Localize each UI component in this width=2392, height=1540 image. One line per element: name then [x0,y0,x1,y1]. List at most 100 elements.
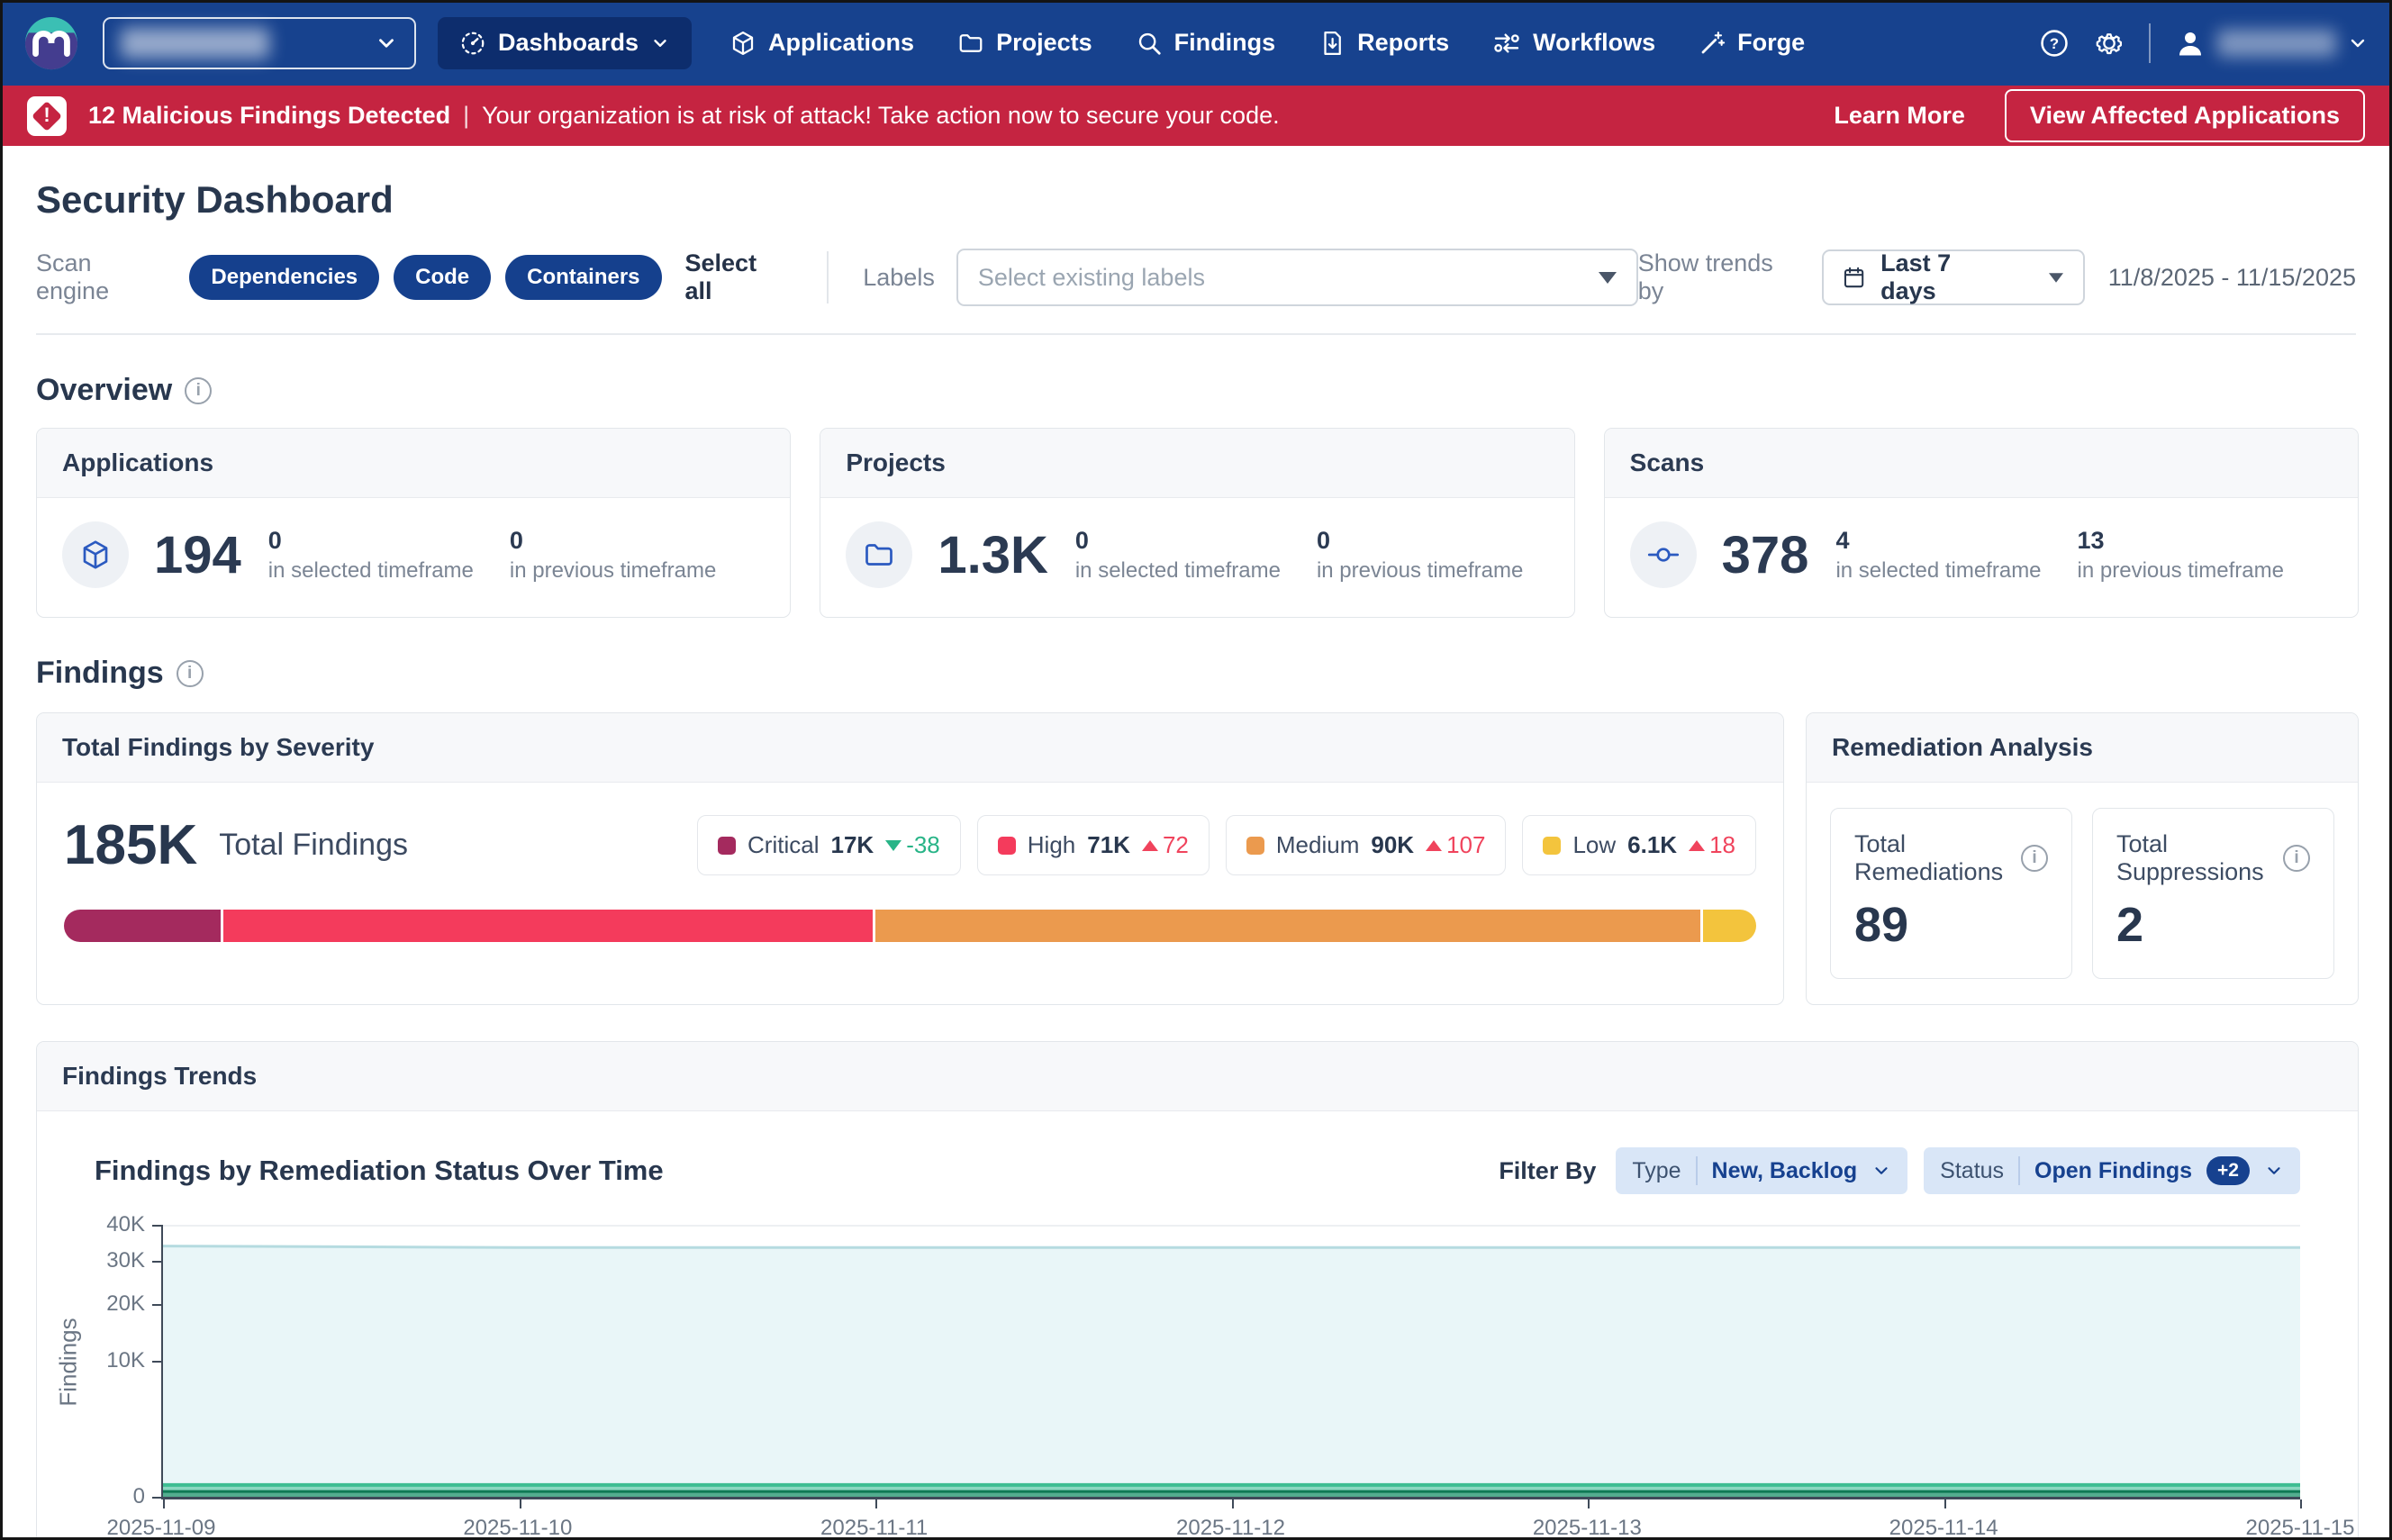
x-tick-label: 2025-11-09 [107,1516,216,1540]
previous-timeframe-label: in previous timeframe [510,558,716,584]
svg-text:?: ? [2050,35,2059,52]
nav-item-reports[interactable]: Reports [1297,17,1471,69]
workflows-icon [1492,29,1521,58]
trend-up-icon [1142,840,1158,851]
projects-icon [957,30,984,57]
banner-title: 12 Malicious Findings Detected [88,102,450,130]
card-title: Findings Trends [37,1042,2358,1111]
top-navbar: Dashboards Applications Projects Finding… [0,0,2392,86]
mend-logo-icon[interactable] [23,15,79,71]
nav-item-applications[interactable]: Applications [708,17,936,69]
projects-count: 1.3K [938,525,1048,585]
total-remediations-label: Total Remediations [1854,830,2021,886]
severity-chip-critical[interactable]: Critical17K-38 [697,815,961,875]
selected-timeframe-value: 0 [1075,527,1281,555]
severity-label: High [1028,831,1075,859]
y-tick-label: 10K [106,1348,145,1373]
total-findings-label: Total Findings [219,828,408,863]
severity-value: 90K [1371,831,1414,859]
findings-icon [1136,30,1163,57]
learn-more-link[interactable]: Learn More [1834,102,1965,130]
nav-item-projects[interactable]: Projects [936,17,1114,69]
labels-label: Labels [863,264,935,292]
remediation-analysis-card: Remediation Analysis Total Remediations … [1806,712,2359,1005]
y-tick-mark [152,1261,161,1263]
nav-items: Dashboards Applications Projects Finding… [438,17,1826,69]
type-filter-dropdown[interactable]: Type New, Backlog [1616,1147,1907,1194]
user-name-redacted [2217,30,2336,57]
date-range-text: 11/8/2025 - 11/15/2025 [2108,264,2356,292]
labels-input[interactable] [978,264,1599,292]
scan-engine-chips: Dependencies Code Containers [189,255,661,300]
nav-item-findings[interactable]: Findings [1114,17,1297,69]
view-affected-applications-button[interactable]: View Affected Applications [2005,89,2365,142]
y-tick-mark [152,1361,161,1363]
severity-delta: 107 [1426,831,1485,859]
projects-card: Projects 1.3K 0in selected timeframe 0in… [820,428,1574,618]
y-tick-mark [152,1225,161,1227]
type-filter-label: Type [1632,1158,1681,1184]
engine-chip-dependencies[interactable]: Dependencies [189,255,379,300]
select-all-link[interactable]: Select all [685,249,790,305]
nav-item-workflows[interactable]: Workflows [1471,17,1677,69]
y-tick-label: 20K [106,1291,145,1317]
info-icon[interactable]: i [2283,845,2310,872]
total-findings-value: 185K [64,813,197,877]
help-icon[interactable]: ? [2039,28,2070,59]
severity-chip-high[interactable]: High71K72 [977,815,1210,875]
engine-chip-containers[interactable]: Containers [505,255,661,300]
forge-icon [1699,30,1726,57]
nav-item-dashboards[interactable]: Dashboards [438,17,692,69]
severity-chip-medium[interactable]: Medium 90K 107 [1226,815,1507,875]
overview-cards: Applications 194 0in selected timeframe … [36,428,2359,618]
info-icon[interactable]: i [185,377,212,404]
nav-right-cluster: ? [2039,23,2369,63]
nav-label: Projects [996,29,1092,57]
severity-segment-medium [873,910,1700,942]
trend-up-icon [1426,840,1442,851]
severity-chips: Critical17K-38High71K72Medium90K107Low6.… [697,815,1756,875]
severity-value: 17K [830,831,874,859]
x-tick-mark [520,1499,521,1508]
severity-swatch [998,837,1016,855]
calendar-icon [1842,265,1866,290]
card-title: Applications [37,429,790,498]
scans-count: 378 [1722,525,1809,585]
severity-value: 71K [1087,831,1130,859]
severity-value: 6.1K [1627,831,1677,859]
severity-chip-low[interactable]: Low6.1K18 [1522,815,1756,875]
selected-timeframe-label: in selected timeframe [1075,558,1281,584]
x-tick-mark [163,1499,165,1508]
nav-item-forge[interactable]: Forge [1677,17,1826,69]
org-selector-dropdown[interactable] [103,17,416,69]
user-menu[interactable] [2174,27,2369,59]
y-tick-mark [152,1497,161,1499]
scan-engine-label: Scan engine [36,249,169,305]
severity-swatch [1246,837,1264,855]
engine-chip-code[interactable]: Code [394,255,491,300]
date-range-value: Last 7 days [1880,249,2009,305]
status-filter-value: Open Findings [2034,1158,2192,1184]
card-title: Projects [820,429,1573,498]
severity-label: Low [1572,831,1616,859]
chevron-down-icon [650,33,670,53]
severity-segment-low [1700,910,1756,942]
previous-timeframe-value: 13 [2078,527,2284,555]
labels-select[interactable] [956,249,1638,306]
x-tick-mark [2300,1499,2302,1508]
info-icon[interactable]: i [177,660,204,687]
filter-divider [827,251,829,303]
y-tick-mark [152,1304,161,1306]
trend-plot: 010K20K30K40K [161,1225,2300,1499]
severity-label: Medium [1276,831,1359,859]
dropdown-arrow-icon [2049,273,2063,282]
status-filter-dropdown[interactable]: Status Open Findings +2 [1924,1147,2300,1194]
previous-timeframe-label: in previous timeframe [2078,558,2284,584]
trend-up-icon [1689,840,1705,851]
previous-timeframe-value: 0 [1317,527,1523,555]
gear-icon[interactable] [2093,27,2125,59]
chevron-down-icon [2347,32,2369,54]
info-icon[interactable]: i [2021,845,2048,872]
trend-chart-title: Findings by Remediation Status Over Time [95,1155,664,1187]
date-range-dropdown[interactable]: Last 7 days [1822,249,2085,305]
